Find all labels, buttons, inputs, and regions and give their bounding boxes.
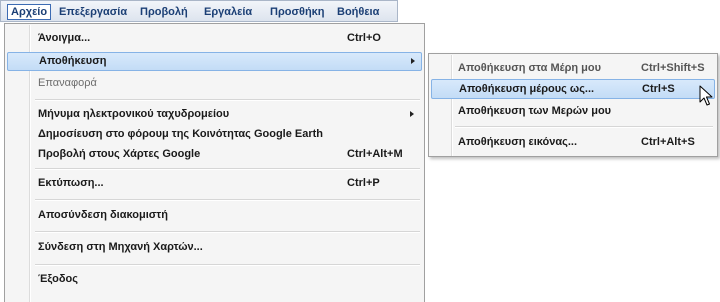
menu-item-print[interactable]: Εκτύπωση... Ctrl+P bbox=[7, 174, 422, 193]
submenu-item-save-image[interactable]: Αποθήκευση εικόνας... Ctrl+Alt+S bbox=[431, 132, 715, 152]
menu-item-label: Δημοσίευση στο φόρουμ της Κοινότητας Goo… bbox=[38, 128, 324, 140]
submenu-item-shortcut: Ctrl+Alt+S bbox=[641, 136, 695, 148]
menu-item-post-forum[interactable]: Δημοσίευση στο φόρουμ της Κοινότητας Goo… bbox=[7, 125, 422, 144]
menu-item-label: Επαναφορά bbox=[38, 77, 97, 89]
menu-edit[interactable]: Επεξεργασία bbox=[56, 4, 130, 20]
submenu-item-label: Αποθήκευση εικόνας... bbox=[458, 136, 578, 148]
submenu-arrow-icon bbox=[410, 111, 414, 117]
menu-help[interactable]: Βοήθεια bbox=[334, 4, 382, 20]
menu-tools[interactable]: Εργαλεία bbox=[201, 4, 255, 20]
submenu-item-label: Αποθήκευση μέρους ως... bbox=[459, 83, 595, 95]
submenu-item-label: Αποθήκευση των Μερών μου bbox=[458, 105, 612, 117]
menu-separator bbox=[455, 126, 713, 128]
submenu-item-shortcut: Ctrl+Shift+S bbox=[641, 62, 705, 74]
save-submenu: Αποθήκευση στα Μέρη μου Ctrl+Shift+S Απο… bbox=[428, 53, 718, 157]
menu-file[interactable]: Αρχείο bbox=[7, 4, 52, 20]
menu-item-label: Μήνυμα ηλεκτρονικού ταχυδρομείου bbox=[38, 108, 230, 120]
menu-view[interactable]: Προβολή bbox=[137, 4, 191, 20]
menu-item-shortcut: Ctrl+P bbox=[347, 177, 380, 189]
menu-bar: Αρχείο Επεξεργασία Προβολή Εργαλεία Προσ… bbox=[0, 0, 398, 22]
submenu-arrow-icon bbox=[411, 58, 415, 64]
menu-separator bbox=[35, 231, 420, 233]
menu-item-email[interactable]: Μήνυμα ηλεκτρονικού ταχυδρομείου bbox=[7, 105, 422, 124]
menu-separator bbox=[35, 99, 420, 101]
mouse-pointer-icon bbox=[699, 85, 713, 106]
menu-add[interactable]: Προσθήκη bbox=[267, 4, 328, 20]
menu-item-open[interactable]: Άνοιγμα... Ctrl+O bbox=[7, 29, 422, 48]
menu-item-label: Έξοδος bbox=[38, 273, 78, 285]
submenu-item-label: Αποθήκευση στα Μέρη μου bbox=[458, 62, 602, 74]
menu-item-label: Προβολή στους Χάρτες Google bbox=[38, 148, 201, 160]
menu-item-label: Άνοιγμα... bbox=[38, 32, 91, 44]
menu-item-save[interactable]: Αποθήκευση bbox=[7, 52, 422, 71]
menu-item-exit[interactable]: Έξοδος bbox=[7, 270, 422, 289]
submenu-item-save-my-places[interactable]: Αποθήκευση των Μερών μου bbox=[431, 101, 715, 121]
submenu-item-shortcut: Ctrl+S bbox=[642, 83, 675, 95]
menu-separator bbox=[35, 199, 420, 201]
menu-item-label: Αποθήκευση bbox=[39, 55, 107, 67]
menu-item-label: Αποσύνδεση διακομιστή bbox=[38, 209, 168, 221]
menu-item-shortcut: Ctrl+O bbox=[347, 32, 381, 44]
menu-item-disconnect-server[interactable]: Αποσύνδεση διακομιστή bbox=[7, 206, 422, 225]
menu-item-connect-maps-engine[interactable]: Σύνδεση στη Μηχανή Χαρτών... bbox=[7, 238, 422, 257]
menu-item-label: Εκτύπωση... bbox=[38, 177, 104, 189]
submenu-item-save-to-my-places[interactable]: Αποθήκευση στα Μέρη μου Ctrl+Shift+S bbox=[431, 58, 715, 78]
menu-item-revert: Επαναφορά bbox=[7, 74, 422, 93]
menu-separator bbox=[35, 264, 420, 266]
file-menu: Άνοιγμα... Ctrl+O Αποθήκευση Επαναφορά Μ… bbox=[4, 23, 425, 302]
menu-item-view-google-maps[interactable]: Προβολή στους Χάρτες Google Ctrl+Alt+M bbox=[7, 145, 422, 164]
menu-item-shortcut: Ctrl+Alt+M bbox=[347, 148, 403, 160]
menu-item-label: Σύνδεση στη Μηχανή Χαρτών... bbox=[38, 241, 203, 253]
menu-separator bbox=[35, 168, 420, 170]
submenu-item-save-place-as[interactable]: Αποθήκευση μέρους ως... Ctrl+S bbox=[431, 79, 715, 99]
